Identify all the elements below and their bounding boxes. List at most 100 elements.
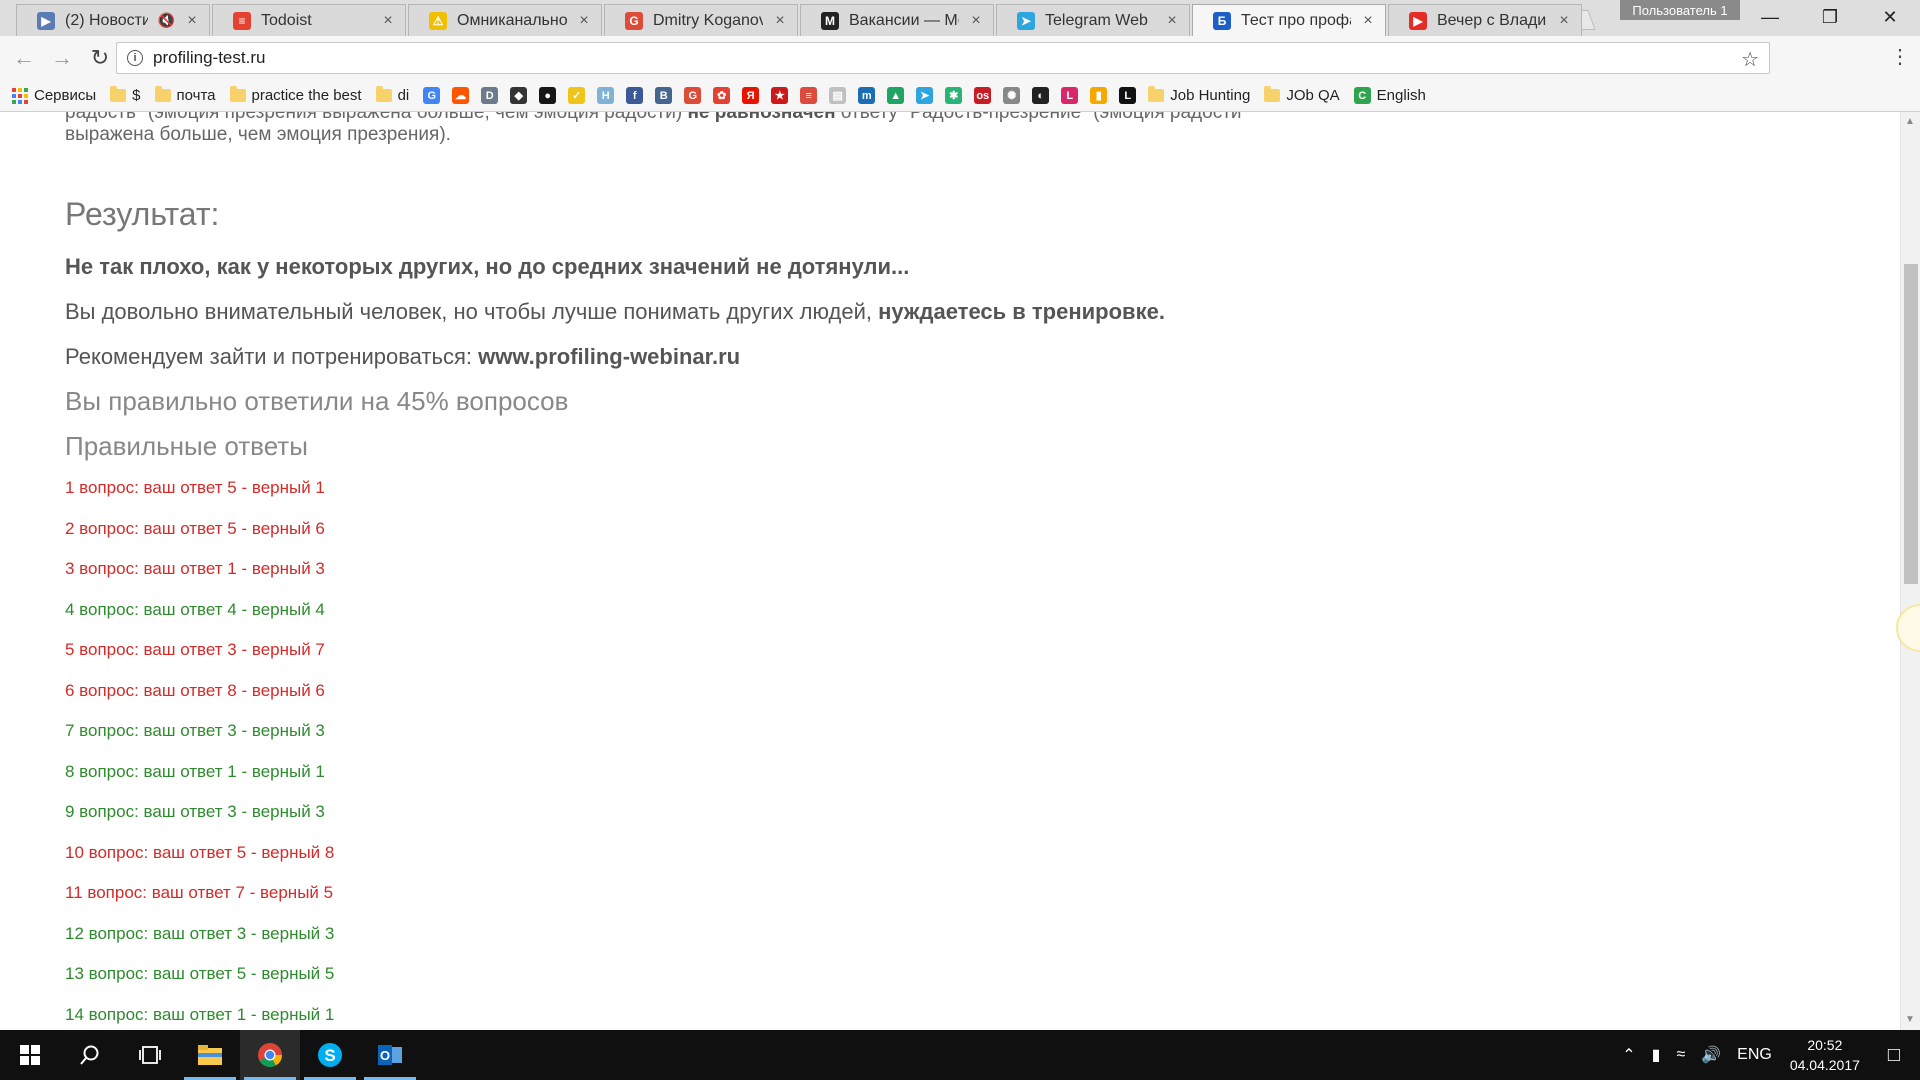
battery-icon[interactable]: ▮ — [1652, 1045, 1661, 1065]
bookmark-favicon-icon[interactable]: ≡ — [800, 87, 818, 104]
page-scrollbar[interactable]: ▲ ▼ — [1900, 112, 1920, 1030]
bookmark-favicon-icon[interactable]: ✺ — [1003, 87, 1021, 104]
restore-window-button[interactable]: ❐ — [1800, 0, 1860, 34]
tab-title: Dmitry Koganovsky — [653, 11, 763, 29]
volume-icon[interactable]: 🔊 — [1701, 1045, 1721, 1065]
close-window-button[interactable]: ✕ — [1860, 0, 1920, 34]
taskbar-file-explorer[interactable] — [180, 1030, 240, 1080]
bookmark-favicon-icon[interactable]: G — [423, 87, 441, 104]
bookmark-favicon-icon[interactable]: H — [597, 87, 615, 104]
answer-row: 2 вопрос: ваш ответ 5 - верный 6 — [65, 519, 325, 538]
search-icon — [80, 1045, 99, 1065]
bookmark-favicon-icon[interactable]: ☁ — [452, 87, 470, 104]
tab-3[interactable]: ⚠ Омниканальность × — [408, 4, 602, 36]
bookmark-favicon-icon[interactable]: ★ — [771, 87, 789, 104]
bookmark-favicon-icon[interactable]: ✱ — [945, 87, 963, 104]
language-indicator[interactable]: ENG — [1737, 1046, 1772, 1064]
webinar-link[interactable]: www.profiling-webinar.ru — [478, 344, 740, 369]
taskbar-chrome[interactable] — [240, 1030, 300, 1080]
bookmark-favicon-icon[interactable]: ▮ — [1090, 87, 1108, 104]
bookmark-favicon-icon[interactable]: ◐ — [1032, 87, 1050, 104]
bookmark-favicon-icon[interactable]: G — [684, 87, 702, 104]
intro-text-part: ответу "Радость-презрение" (эмоция радос… — [840, 112, 1242, 123]
bookmark-favicon-icon[interactable]: L — [1061, 87, 1079, 104]
bookmark-favicon-icon[interactable]: ▲ — [887, 87, 905, 104]
bookmark-item[interactable]: Job Hunting — [1148, 86, 1250, 104]
bookmark-favicon-icon[interactable]: os — [974, 87, 992, 104]
bookmark-item[interactable]: di — [375, 86, 410, 104]
tab-close-icon[interactable]: × — [577, 12, 591, 30]
bookmark-favicon-icon[interactable]: L — [1119, 87, 1137, 104]
bookmark-item[interactable]: C English — [1353, 87, 1426, 104]
tab-close-icon[interactable]: × — [381, 12, 395, 30]
browser-toolbar: ← → ↻ i profiling-test.ru ☆ ⋮ — [0, 36, 1920, 80]
browser-menu-icon[interactable]: ⋮ — [1890, 44, 1910, 69]
info-icon[interactable]: i — [127, 50, 143, 66]
bookmark-item[interactable]: JOb QA — [1264, 86, 1340, 104]
scrollbar-thumb[interactable] — [1904, 264, 1918, 584]
bookmark-item[interactable]: $ — [110, 86, 141, 104]
tab-4[interactable]: G Dmitry Koganovsky × — [604, 4, 798, 36]
tab-close-icon[interactable]: × — [773, 12, 787, 30]
tab-7[interactable]: Б Тест про профай × — [1192, 4, 1386, 36]
tab-close-icon[interactable]: × — [185, 12, 199, 30]
tab-6[interactable]: ➤ Telegram Web × — [996, 4, 1190, 36]
bookmark-favicon-icon[interactable]: ● — [539, 87, 557, 104]
bookmark-item[interactable]: practice the best — [229, 86, 362, 104]
start-button[interactable] — [0, 1030, 60, 1080]
wifi-icon[interactable]: ≈ — [1676, 1046, 1685, 1064]
answer-row: 11 вопрос: ваш ответ 7 - верный 5 — [65, 883, 334, 902]
tab-content: ▶ Вечер с Владими × — [1389, 5, 1581, 36]
bookmarks-bar: Сервисы $ почта practice the best di G ☁ D ◆ ● ✓ Hf… — [0, 80, 1920, 112]
answer-row: 7 вопрос: ваш ответ 3 - верный 3 — [65, 721, 325, 740]
bookmark-favicon-icon[interactable]: D — [481, 87, 499, 104]
scroll-up-icon[interactable]: ▲ — [1905, 116, 1915, 127]
scroll-down-icon[interactable]: ▼ — [1905, 1014, 1915, 1025]
tab-1[interactable]: ▶ (2) Новости 🔇 × — [16, 4, 210, 36]
clock[interactable]: 20:52 04.04.2017 — [1790, 1035, 1860, 1075]
minimize-window-button[interactable]: — — [1740, 0, 1800, 34]
bookmark-star-icon[interactable]: ☆ — [1741, 47, 1759, 72]
bookmark-favicon-icon[interactable]: ▤ — [829, 87, 847, 104]
bookmark-favicon-icon[interactable]: В — [655, 87, 673, 104]
bookmark-favicon-icon[interactable]: Я — [742, 87, 760, 104]
task-view-button[interactable] — [120, 1030, 180, 1080]
address-text: profiling-test.ru — [153, 48, 266, 67]
tab-close-icon[interactable]: × — [1361, 12, 1375, 30]
forward-button[interactable]: → — [48, 44, 76, 72]
svg-text:O: O — [380, 1048, 390, 1063]
tab-content: ➤ Telegram Web × — [997, 5, 1189, 36]
reload-button[interactable]: ↻ — [86, 44, 114, 72]
tab-8[interactable]: ▶ Вечер с Владими × — [1388, 4, 1582, 36]
bookmark-favicon-icon[interactable]: f — [626, 87, 644, 104]
bookmark-favicon-icon[interactable]: ◆ — [510, 87, 528, 104]
back-button[interactable]: ← — [10, 44, 38, 72]
chrome-icon — [258, 1043, 282, 1068]
bookmark-favicon-icon: C — [1353, 87, 1371, 104]
bookmark-item[interactable]: почта — [154, 86, 216, 104]
tab-mute-icon[interactable]: 🔇 — [158, 12, 175, 29]
user-profile-badge[interactable]: Пользователь 1 — [1620, 0, 1740, 20]
bookmark-favicon-icon[interactable]: ✿ — [713, 87, 731, 104]
tab-close-icon[interactable]: × — [1557, 12, 1571, 30]
bookmark-item[interactable]: Сервисы — [12, 87, 96, 104]
tab-close-icon[interactable]: × — [969, 12, 983, 30]
tab-close-icon[interactable]: × — [1165, 12, 1179, 30]
bookmark-label: di — [397, 87, 410, 104]
address-bar[interactable]: i profiling-test.ru ☆ — [116, 42, 1770, 74]
result-verdict: Не так плохо, как у некоторых других, но… — [65, 254, 910, 279]
bookmark-favicon-icon[interactable]: ➤ — [916, 87, 934, 104]
bookmark-favicon-icon[interactable]: ✓ — [568, 87, 586, 104]
taskbar-outlook[interactable]: O — [360, 1030, 420, 1080]
clock-date: 04.04.2017 — [1789, 1057, 1860, 1073]
intro-text-line2: выражена больше, чем эмоция презрения). — [65, 124, 451, 145]
tab-favicon-icon: ⚠ — [429, 11, 447, 30]
bookmark-favicon-icon[interactable]: m — [858, 87, 876, 104]
search-button[interactable] — [60, 1030, 120, 1080]
taskbar-skype[interactable]: S — [300, 1030, 360, 1080]
notifications-icon[interactable]: □ — [1888, 1044, 1900, 1067]
tab-5[interactable]: M Вакансии — Мой × — [800, 4, 994, 36]
tab-2[interactable]: ≡ Todoist × — [212, 4, 406, 36]
recommend-text: Рекомендуем зайти и потренироваться: — [65, 344, 472, 369]
show-hidden-icons-icon[interactable]: ⌃ — [1622, 1045, 1635, 1065]
